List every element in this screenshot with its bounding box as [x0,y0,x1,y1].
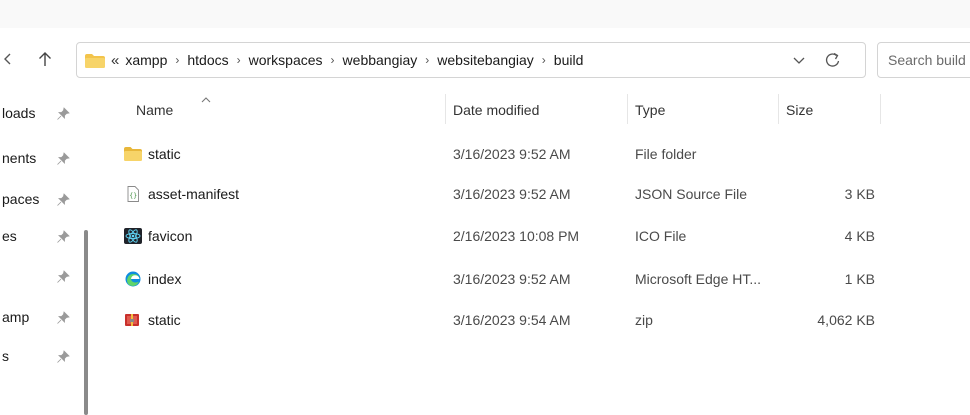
quick-access-item[interactable]: nents [0,147,78,171]
quick-access-label: amp [2,309,30,325]
breadcrumb-item[interactable]: workspaces [249,52,323,68]
column-divider[interactable] [778,94,779,124]
quick-access-label: es [2,228,17,244]
file-date-modified: 3/16/2023 9:52 AM [453,271,571,287]
breadcrumb-separator[interactable]: › [425,53,429,67]
column-header-type[interactable]: Type [635,92,665,128]
address-history-dropdown[interactable] [789,51,809,69]
file-type: ICO File [635,228,687,244]
file-name: static [148,312,181,328]
file-name: static [148,146,181,162]
file-row[interactable]: index 3/16/2023 9:52 AM Microsoft Edge H… [96,264,876,294]
file-name: index [148,271,182,287]
breadcrumb-item[interactable]: htdocs [187,52,228,68]
file-date-modified: 3/16/2023 9:54 AM [453,312,571,328]
pin-icon [57,350,70,363]
react-icon [124,228,142,244]
quick-access-item[interactable]: s [0,345,78,369]
folder-icon [85,54,105,68]
breadcrumb-separator[interactable]: › [542,53,546,67]
svg-text:{}: {} [129,192,137,200]
title-bar-strip [0,0,970,28]
quick-access-item[interactable]: paces [0,188,78,212]
arrow-up-icon [39,52,51,66]
quick-access-label: paces [2,191,40,207]
file-type: zip [635,312,653,328]
breadcrumb-item[interactable]: webbangiay [343,52,418,68]
address-bar[interactable]: « xampp › htdocs › workspaces › webbangi… [76,42,866,78]
file-type: JSON Source File [635,186,748,202]
file-date-modified: 3/16/2023 9:52 AM [453,186,571,202]
back-button[interactable] [0,46,16,72]
breadcrumb-separator[interactable]: › [175,53,179,67]
navigation-pane: loads nents paces es amp s [0,92,80,415]
breadcrumb-separator[interactable]: › [237,53,241,67]
file-date-modified: 3/16/2023 9:52 AM [453,146,571,162]
pin-icon [57,193,70,206]
search-input[interactable] [877,42,970,78]
navigation-pane-scrollbar[interactable] [84,230,88,415]
pin-icon [57,107,70,120]
column-header-size[interactable]: Size [786,92,813,128]
zip-archive-icon [125,314,139,326]
breadcrumb: « xampp › htdocs › workspaces › webbangi… [111,43,583,77]
navigation-bar: « xampp › htdocs › workspaces › webbangi… [0,28,970,92]
file-row[interactable]: {} asset-manifest 3/16/2023 9:52 AM JSON… [96,179,876,209]
column-header-date-modified[interactable]: Date modified [453,92,539,128]
quick-access-item[interactable]: loads [0,102,78,126]
pin-icon [57,311,70,324]
pin-icon [57,152,70,165]
chevron-down-icon [793,57,805,64]
sort-ascending-indicator [200,92,212,108]
file-row[interactable]: favicon 2/16/2023 10:08 PM ICO File 4 KB [96,221,876,251]
file-size: 4,062 KB [817,312,875,328]
quick-access-label: s [2,348,9,364]
refresh-button[interactable] [823,51,843,69]
pin-icon [57,270,70,283]
quick-access-item[interactable]: es [0,225,78,249]
breadcrumb-item[interactable]: websitebangiay [437,52,534,68]
breadcrumb-item-current[interactable]: build [554,52,584,68]
chevron-left-icon [4,53,11,65]
breadcrumb-overflow-button[interactable]: « [111,52,119,69]
file-size: 4 KB [844,228,875,244]
quick-access-item[interactable]: amp [0,306,78,330]
refresh-icon [825,52,840,67]
quick-access-label: loads [2,105,36,121]
file-date-modified: 2/16/2023 10:08 PM [453,228,580,244]
column-divider[interactable] [627,94,628,124]
file-list: Name Date modified Type Size static 3/16… [96,92,970,415]
quick-access-label: nents [2,150,37,166]
breadcrumb-item[interactable]: xampp [125,52,167,68]
file-row[interactable]: static 3/16/2023 9:54 AM zip 4,062 KB [96,305,876,335]
quick-access-item[interactable] [0,265,78,289]
folder-icon [124,147,142,161]
breadcrumb-separator[interactable]: › [331,53,335,67]
chevron-up-icon [201,97,211,103]
file-row[interactable]: static 3/16/2023 9:52 AM File folder [96,139,876,169]
file-size [780,139,875,169]
file-name: asset-manifest [148,186,240,202]
column-header-name[interactable]: Name [136,92,173,128]
column-divider[interactable] [445,94,446,124]
file-type: Microsoft Edge HT... [635,271,762,287]
file-name: favicon [148,228,193,244]
pin-icon [57,230,70,243]
file-type: File folder [635,146,697,162]
column-divider[interactable] [880,94,881,124]
file-size: 3 KB [844,186,875,202]
file-size: 1 KB [844,271,875,287]
edge-icon [125,271,141,287]
up-button[interactable] [30,46,60,72]
json-file-icon: {} [127,186,139,202]
